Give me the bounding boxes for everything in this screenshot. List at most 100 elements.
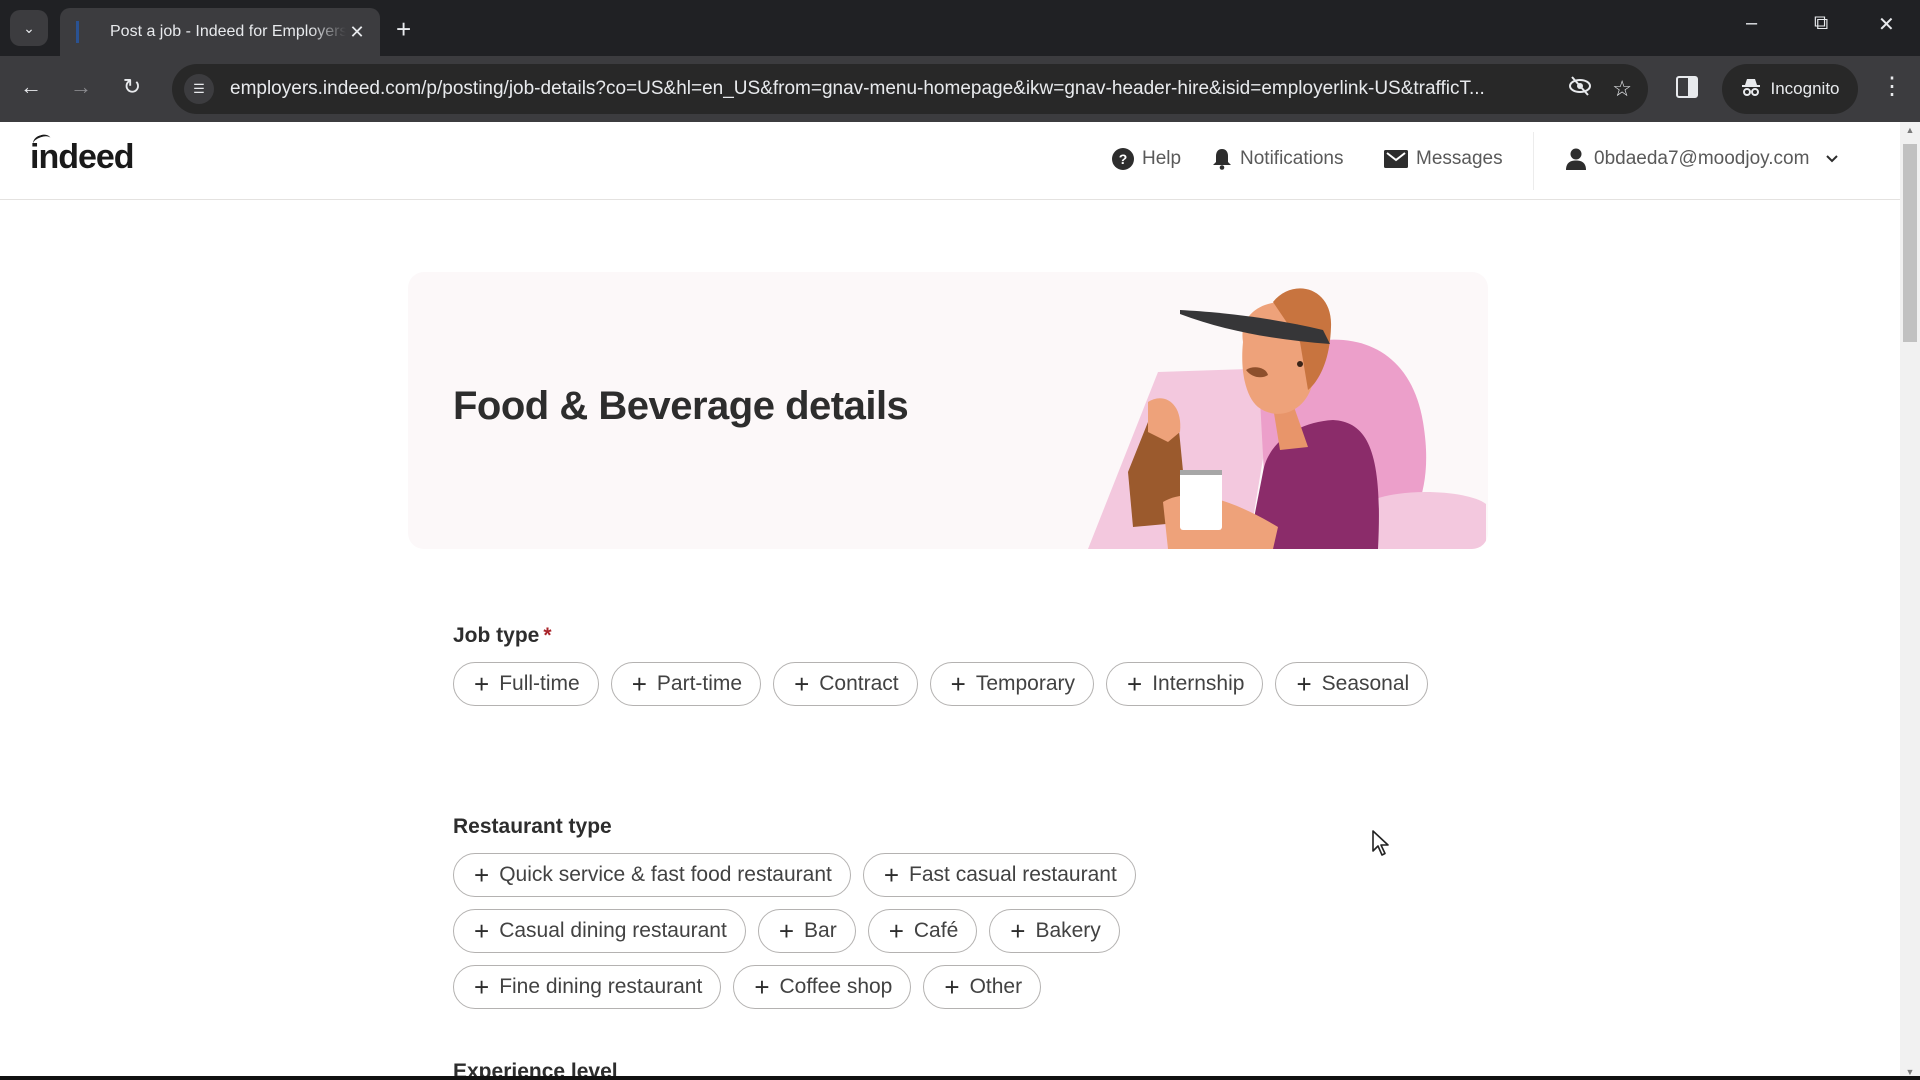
- bookmark-star-icon[interactable]: ☆: [1612, 76, 1632, 102]
- option-chip-internship[interactable]: + Internship: [1106, 662, 1264, 706]
- close-tab-icon[interactable]: ✕: [346, 22, 368, 43]
- browser-toolbar: ← → ↻ ☰ employers.indeed.com/p/posting/j…: [0, 56, 1920, 122]
- page-title: Food & Beverage details: [453, 384, 909, 428]
- option-chip-fine-dining-restaurant[interactable]: + Fine dining restaurant: [453, 965, 722, 1009]
- plus-icon: +: [950, 669, 966, 699]
- option-chip-label: Bakery: [1035, 919, 1101, 942]
- eye-off-icon[interactable]: [1568, 75, 1592, 103]
- plus-icon: +: [778, 916, 795, 946]
- plus-icon: +: [474, 669, 490, 699]
- browser-tab-bar: ⌄ Post a job - Indeed for Employers ✕ + …: [0, 0, 1920, 56]
- required-marker: *: [543, 624, 552, 647]
- option-chip-seasonal[interactable]: + Seasonal: [1275, 662, 1429, 706]
- option-chip-label: Casual dining restaurant: [499, 919, 727, 942]
- plus-icon: +: [1127, 669, 1143, 699]
- account-menu[interactable]: 0bdaeda7@moodjoy.com: [1566, 148, 1839, 170]
- plus-icon: +: [883, 860, 900, 890]
- reload-icon[interactable]: ↻: [117, 74, 147, 100]
- indeed-logo[interactable]: indeed: [30, 132, 135, 177]
- option-chip-label: Temporary: [975, 672, 1076, 695]
- plus-icon: +: [474, 916, 490, 946]
- restore-icon[interactable]: ⧉: [1814, 12, 1828, 35]
- taskbar-edge: [0, 1076, 1920, 1080]
- restaurant-type-label-text: Restaurant type: [453, 815, 612, 838]
- side-panel-icon[interactable]: [1676, 76, 1698, 98]
- help-icon: ?: [1112, 148, 1134, 170]
- messages-link[interactable]: Messages: [1384, 148, 1503, 170]
- option-chip-label: Quick service & fast food restaurant: [499, 863, 832, 886]
- tab-search-button[interactable]: ⌄: [10, 10, 48, 46]
- url-text[interactable]: employers.indeed.com/p/posting/job-detai…: [230, 78, 1548, 100]
- option-chip-other[interactable]: + Other: [923, 965, 1042, 1009]
- option-chip-label: Other: [969, 975, 1023, 998]
- page-scrollbar[interactable]: ▲ ▼: [1900, 122, 1920, 1080]
- address-bar[interactable]: ☰ employers.indeed.com/p/posting/job-det…: [172, 64, 1648, 114]
- restaurant-type-label: Restaurant type: [453, 815, 612, 839]
- plus-icon: +: [474, 972, 490, 1002]
- minimize-icon[interactable]: –: [1746, 12, 1757, 35]
- help-link[interactable]: ? Help: [1112, 148, 1181, 170]
- plus-icon: +: [1296, 669, 1312, 699]
- option-chip-label: Part-time: [656, 672, 743, 695]
- forward-icon[interactable]: →: [66, 74, 96, 100]
- header-divider: [1533, 132, 1534, 190]
- site-settings-icon[interactable]: ☰: [184, 74, 214, 104]
- option-chip-label: Bar: [804, 919, 837, 942]
- plus-icon: +: [754, 972, 770, 1002]
- browser-tab[interactable]: Post a job - Indeed for Employers ✕: [60, 8, 380, 56]
- scroll-thumb[interactable]: [1903, 144, 1917, 342]
- option-chip-coffee-shop[interactable]: + Coffee shop: [733, 965, 912, 1009]
- option-chip-label: Coffee shop: [779, 975, 893, 998]
- restaurant-type-options: + Quick service & fast food restaurant + Fa…: [453, 853, 1213, 1009]
- indeed-favicon-icon: [76, 21, 90, 43]
- page-viewport: indeed ? Help Notifications Messages 0bd…: [0, 122, 1900, 1080]
- user-icon: [1566, 148, 1586, 170]
- option-chip-label: Fast casual restaurant: [909, 863, 1117, 886]
- chevron-down-icon: ⌄: [23, 19, 35, 36]
- plus-icon: +: [631, 669, 647, 699]
- option-chip-label: Full-time: [499, 672, 580, 695]
- job-type-options: + Full-time + Part-time + Contract + Temporary +…: [453, 662, 1453, 706]
- close-window-icon[interactable]: ✕: [1878, 12, 1895, 37]
- option-chip-part-time[interactable]: + Part-time: [610, 662, 762, 706]
- plus-icon: +: [794, 669, 810, 699]
- option-chip-label: Internship: [1152, 672, 1245, 695]
- notifications-link[interactable]: Notifications: [1212, 148, 1344, 170]
- help-label: Help: [1142, 148, 1182, 169]
- option-chip-full-time[interactable]: + Full-time: [453, 662, 599, 706]
- job-type-label-text: Job type: [453, 624, 540, 647]
- option-chip-contract[interactable]: + Contract: [773, 662, 918, 706]
- option-chip-label: Café: [913, 919, 959, 942]
- option-chip-bar[interactable]: + Bar: [757, 909, 856, 953]
- hero-banner: Food & Beverage details: [408, 272, 1488, 549]
- tab-title: Post a job - Indeed for Employers: [110, 23, 346, 40]
- incognito-label: Incognito: [1770, 79, 1840, 98]
- mail-icon: [1384, 150, 1408, 168]
- account-email: 0bdaeda7@moodjoy.com: [1594, 148, 1810, 169]
- incognito-indicator[interactable]: Incognito: [1722, 64, 1858, 114]
- back-icon[interactable]: ←: [16, 74, 46, 100]
- option-chip-caf[interactable]: + Café: [867, 909, 978, 953]
- option-chip-bakery[interactable]: + Bakery: [989, 909, 1120, 953]
- mouse-pointer-icon: [1372, 830, 1389, 856]
- notifications-label: Notifications: [1240, 148, 1344, 169]
- option-chip-label: Contract: [819, 672, 899, 695]
- plus-icon: +: [888, 916, 904, 946]
- option-chip-label: Fine dining restaurant: [499, 975, 703, 998]
- new-tab-button[interactable]: +: [396, 14, 411, 45]
- plus-icon: +: [944, 972, 960, 1002]
- option-chip-quick-service-fast-food-restaurant[interactable]: + Quick service & fast food restaurant: [453, 853, 851, 897]
- chevron-down-icon: [1826, 155, 1839, 163]
- incognito-icon: [1741, 77, 1761, 102]
- messages-label: Messages: [1416, 148, 1503, 169]
- option-chip-temporary[interactable]: + Temporary: [929, 662, 1095, 706]
- option-chip-label: Seasonal: [1321, 672, 1410, 695]
- scroll-up-arrow-icon[interactable]: ▲: [1900, 122, 1920, 138]
- option-chip-casual-dining-restaurant[interactable]: + Casual dining restaurant: [453, 909, 746, 953]
- browser-menu-icon[interactable]: ⋮: [1880, 72, 1904, 101]
- option-chip-fast-casual-restaurant[interactable]: + Fast casual restaurant: [862, 853, 1136, 897]
- food-service-worker-illustration: [1088, 288, 1486, 549]
- plus-icon: +: [1010, 916, 1026, 946]
- site-header: indeed ? Help Notifications Messages 0bd…: [0, 122, 1900, 200]
- job-type-label: Job type *: [453, 624, 552, 648]
